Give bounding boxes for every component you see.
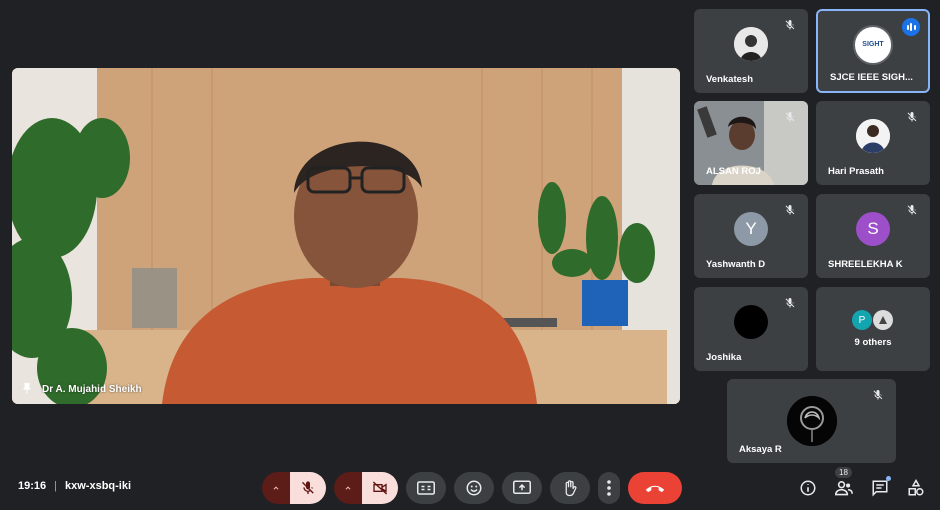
unread-dot bbox=[886, 476, 891, 481]
activities-icon bbox=[908, 479, 924, 496]
divider: | bbox=[54, 480, 57, 492]
present-screen-button[interactable] bbox=[502, 472, 542, 504]
meeting-details-button[interactable] bbox=[798, 478, 818, 498]
speaking-indicator-icon bbox=[902, 18, 920, 36]
participant-name: Hari Prasath bbox=[828, 166, 884, 177]
captions-button[interactable] bbox=[406, 472, 446, 504]
participant-name: SHREELEKHA K bbox=[828, 259, 903, 270]
people-count-badge: 18 bbox=[835, 467, 852, 478]
avatar bbox=[786, 396, 837, 446]
meeting-info: 19:16 | kxw-xsbq-iki bbox=[18, 480, 131, 492]
bottom-toolbar: 19:16 | kxw-xsbq-iki 18 bbox=[0, 466, 940, 510]
participant-tile-hari-prasath[interactable]: Hari Prasath bbox=[816, 101, 930, 185]
main-video[interactable]: Dr A. Mujahid Sheikh bbox=[12, 68, 680, 404]
activities-button[interactable] bbox=[906, 478, 926, 498]
chat-icon bbox=[872, 480, 888, 497]
mic-off-icon bbox=[870, 387, 886, 403]
closed-captions-icon bbox=[417, 481, 435, 495]
participant-name: ALSAN ROJ bbox=[706, 166, 761, 177]
chevron-up-icon bbox=[345, 486, 351, 490]
participant-name: Aksaya R bbox=[739, 444, 782, 455]
hang-up-icon bbox=[645, 485, 665, 493]
camera-control bbox=[334, 472, 398, 504]
info-icon bbox=[800, 480, 816, 496]
avatar: S bbox=[856, 212, 890, 247]
video-options-button[interactable] bbox=[334, 472, 362, 504]
main-speaker-name: Dr A. Mujahid Sheikh bbox=[42, 383, 142, 395]
main-speaker-label: Dr A. Mujahid Sheikh bbox=[20, 382, 142, 396]
avatar bbox=[734, 305, 768, 340]
avatar bbox=[873, 310, 893, 330]
participant-tile-joshika[interactable]: Joshika bbox=[694, 287, 808, 371]
participant-tile-alsan-roj[interactable]: ALSAN ROJ bbox=[694, 101, 808, 185]
more-vert-icon bbox=[607, 480, 611, 496]
participant-name: Joshika bbox=[706, 352, 742, 363]
chat-button[interactable] bbox=[870, 476, 891, 498]
mic-off-icon bbox=[782, 202, 798, 218]
chevron-up-icon bbox=[273, 486, 279, 490]
mic-off-icon bbox=[782, 17, 798, 33]
avatar: P bbox=[852, 310, 872, 330]
mic-off-icon bbox=[782, 295, 798, 311]
mic-off-icon bbox=[782, 109, 798, 125]
participant-tile-sjce-ieee-sight[interactable]: SIGHT SJCE IEEE SIGH... bbox=[816, 9, 930, 93]
participant-tile-others[interactable]: P 9 others bbox=[816, 287, 930, 371]
side-panel-controls: 18 bbox=[798, 467, 926, 498]
avatar bbox=[734, 27, 768, 62]
avatar: SIGHT bbox=[853, 24, 893, 65]
mic-off-icon bbox=[904, 202, 920, 218]
participant-name: 9 others bbox=[854, 337, 892, 348]
present-screen-icon bbox=[513, 480, 531, 494]
call-controls bbox=[262, 472, 682, 504]
participant-name: Venkatesh bbox=[706, 74, 753, 85]
people-button[interactable]: 18 bbox=[834, 467, 854, 498]
microphone-toggle-button[interactable] bbox=[290, 472, 326, 504]
leave-call-button[interactable] bbox=[628, 472, 682, 504]
meeting-code: kxw-xsbq-iki bbox=[65, 480, 132, 492]
participant-name: Yashwanth D bbox=[706, 259, 766, 270]
more-options-button[interactable] bbox=[598, 472, 620, 504]
participant-name: SJCE IEEE SIGH... bbox=[830, 72, 913, 83]
people-icon bbox=[834, 481, 853, 496]
participant-tile-yashwanth-d[interactable]: Y Yashwanth D bbox=[694, 194, 808, 278]
audio-options-button[interactable] bbox=[262, 472, 290, 504]
raise-hand-icon bbox=[565, 480, 577, 497]
speaker-video-frame bbox=[12, 68, 680, 404]
avatar bbox=[856, 119, 890, 154]
emoji-icon bbox=[466, 480, 482, 496]
camera-off-icon bbox=[372, 481, 388, 495]
mic-control bbox=[262, 472, 326, 504]
participant-tile-aksaya-r[interactable]: Aksaya R bbox=[727, 379, 896, 463]
mic-off-icon bbox=[904, 109, 920, 125]
pin-icon[interactable] bbox=[20, 382, 34, 396]
camera-toggle-button[interactable] bbox=[362, 472, 398, 504]
mic-off-icon bbox=[302, 481, 314, 494]
raise-hand-button[interactable] bbox=[550, 472, 590, 504]
avatar: Y bbox=[734, 212, 768, 247]
participant-tile-shreelekha-k[interactable]: S SHREELEKHA K bbox=[816, 194, 930, 278]
clock: 19:16 bbox=[18, 480, 47, 492]
reactions-button[interactable] bbox=[454, 472, 494, 504]
participant-tile-venkatesh[interactable]: Venkatesh bbox=[694, 9, 808, 93]
